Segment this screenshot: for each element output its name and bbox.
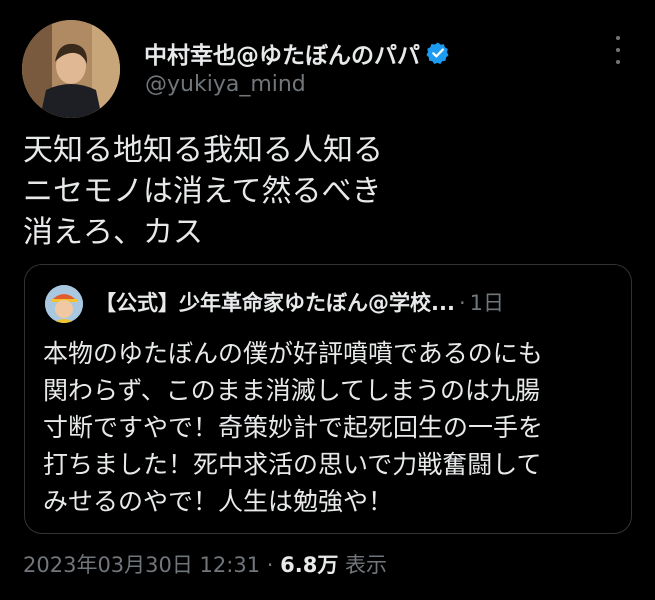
quoted-line: 本物のゆたぼんの僕が好評噴噴であるのにも: [43, 339, 543, 368]
views-label: 表示: [345, 553, 388, 577]
views-count[interactable]: 6.8万: [280, 553, 338, 577]
quoted-tweet-header: 【公式】少年革命家ゆたぼん@学校... · 1日: [95, 287, 504, 319]
tweet-line: 天知る地知る我知る人知る: [23, 133, 383, 168]
tweet-meta: 2023年03月30日 12:31 · 6.8万 表示: [23, 550, 387, 580]
quoted-line: みせるのやで！人生は勉強や！: [43, 487, 394, 516]
quoted-tweet-text: 本物のゆたぼんの僕が好評噴噴であるのにも 関わらず、このまま消滅してしまうのは九…: [43, 335, 618, 520]
quoted-author-name[interactable]: 【公式】少年革命家ゆたぼん@学校...: [95, 287, 455, 319]
quoted-tweet-time[interactable]: 1日: [470, 287, 504, 319]
tweet-line: ニセモノは消えて然るべき: [23, 174, 382, 209]
meta-separator: ·: [266, 553, 274, 577]
quoted-author-avatar[interactable]: [45, 285, 83, 323]
verified-badge-icon: [426, 41, 450, 65]
quoted-line: 打ちました！死中求活の思いで力戦奮闘して: [43, 450, 542, 479]
tweet-text: 天知る地知る我知る人知る ニセモノは消えて然るべき 消えろ、カス: [23, 130, 623, 253]
quoted-line: 寸断ですやで！奇策妙計で起死回生の一手を: [43, 413, 544, 442]
quoted-line: 関わらず、このまま消滅してしまうのは九腸: [43, 376, 541, 405]
quoted-tweet-card[interactable]: 【公式】少年革命家ゆたぼん@学校... · 1日 本物のゆたぼんの僕が好評噴噴で…: [24, 264, 632, 534]
tweet-timestamp[interactable]: 2023年03月30日 12:31: [23, 553, 260, 577]
header-separator: ·: [458, 291, 466, 315]
author-handle[interactable]: @yukiya_mind: [145, 72, 306, 97]
tweet-line: 消えろ、カス: [23, 215, 203, 250]
author-avatar[interactable]: [22, 20, 120, 118]
more-horizontal-icon[interactable]: [608, 36, 628, 64]
author-name-text[interactable]: 中村幸也@ゆたぼんのパパ: [144, 36, 420, 70]
author-display-name[interactable]: 中村幸也@ゆたぼんのパパ: [144, 36, 450, 70]
